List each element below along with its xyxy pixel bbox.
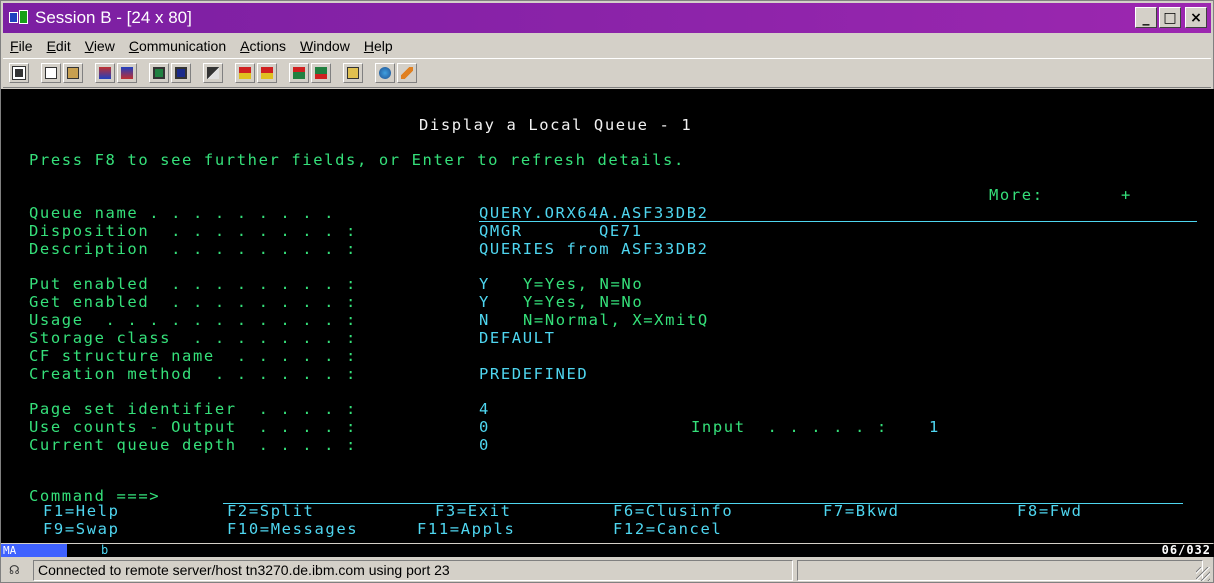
print-screen-icon[interactable] bbox=[9, 63, 29, 83]
cursor-position: 06/032 bbox=[1161, 543, 1211, 557]
session-app-icon[interactable] bbox=[9, 10, 31, 26]
operator-info-area: MA b 06/032 bbox=[1, 544, 1214, 557]
paste-icon[interactable] bbox=[63, 63, 83, 83]
field-label-cf-structure-name: CF structure name . . . . . : bbox=[29, 347, 357, 365]
field-label-page-set-identifier: Page set identifier . . . . : bbox=[29, 400, 357, 418]
resize-grip[interactable] bbox=[1196, 567, 1210, 581]
current-queue-depth-value: 0 bbox=[479, 436, 490, 454]
connection-status-icon: ☊ bbox=[9, 562, 20, 577]
page-set-identifier-value: 4 bbox=[479, 400, 490, 418]
get-enabled-value: Y bbox=[479, 293, 490, 311]
receive-file-icon[interactable] bbox=[117, 63, 137, 83]
disposition-qmgr: QE71 bbox=[599, 222, 643, 240]
record-macro-icon[interactable] bbox=[235, 63, 255, 83]
field-label-put-enabled: Put enabled . . . . . . . . : bbox=[29, 275, 357, 293]
clipboard-icon[interactable] bbox=[343, 63, 363, 83]
more-indicator: + bbox=[1121, 186, 1132, 204]
field-label-queue-name: Queue name . . . . . . . . . bbox=[29, 204, 336, 222]
close-button[interactable]: × bbox=[1185, 7, 1207, 28]
fkey-f3[interactable]: F3=Exit bbox=[435, 502, 512, 520]
stop-macro-icon[interactable] bbox=[289, 63, 309, 83]
fkey-f8[interactable]: F8=Fwd bbox=[1017, 502, 1083, 520]
fkey-f10[interactable]: F10=Messages bbox=[227, 520, 358, 538]
field-label-use-counts-output: Use counts - Output . . . . : bbox=[29, 418, 357, 436]
font-icon[interactable] bbox=[171, 63, 191, 83]
field-label-description: Description . . . . . . . . : bbox=[29, 240, 357, 258]
fkey-f2[interactable]: F2=Split bbox=[227, 502, 314, 520]
fkey-f6[interactable]: F6=Clusinfo bbox=[613, 502, 733, 520]
creation-method-value: PREDEFINED bbox=[479, 365, 589, 383]
screen-title: Display a Local Queue - 1 bbox=[419, 116, 693, 134]
put-enabled-hint: Y=Yes, N=No bbox=[523, 275, 644, 293]
fkey-f11[interactable]: F11=Appls bbox=[417, 520, 515, 538]
color-map-icon[interactable] bbox=[203, 63, 223, 83]
more-label: More: bbox=[989, 186, 1044, 204]
menu-bar: File Edit View Communication Actions Win… bbox=[3, 35, 1211, 57]
status-message: Connected to remote server/host tn3270.d… bbox=[33, 560, 793, 581]
menu-file[interactable]: File bbox=[3, 38, 40, 54]
storage-class-value: DEFAULT bbox=[479, 329, 556, 347]
field-label-disposition: Disposition . . . . . . . . : bbox=[29, 222, 357, 240]
field-label-storage-class: Storage class . . . . . . . : bbox=[29, 329, 357, 347]
oia-connection-indicator: MA bbox=[1, 544, 27, 557]
emulator-window: Session B - [24 x 80] _ □ × File Edit Vi… bbox=[0, 0, 1214, 583]
play-macro-icon[interactable] bbox=[257, 63, 277, 83]
field-label-get-enabled: Get enabled . . . . . . . . : bbox=[29, 293, 357, 311]
usage-value: N bbox=[479, 311, 490, 329]
description-value: QUERIES from ASF33DB2 bbox=[479, 240, 709, 258]
field-label-current-queue-depth: Current queue depth . . . . : bbox=[29, 436, 357, 454]
run-macro-icon[interactable] bbox=[311, 63, 331, 83]
screen-instruction: Press F8 to see further fields, or Enter… bbox=[29, 151, 685, 169]
toolbar bbox=[3, 58, 1211, 88]
field-label-input: Input . . . . . : bbox=[691, 418, 888, 436]
use-counts-output-value: 0 bbox=[479, 418, 490, 436]
fkey-f9[interactable]: F9=Swap bbox=[43, 520, 120, 538]
status-bar: ☊ Connected to remote server/host tn3270… bbox=[3, 559, 1211, 582]
display-setup-icon[interactable] bbox=[149, 63, 169, 83]
field-label-usage: Usage . . . . . . . . . . . : bbox=[29, 311, 357, 329]
send-file-icon[interactable] bbox=[95, 63, 115, 83]
menu-help[interactable]: Help bbox=[357, 38, 400, 54]
field-label-creation-method: Creation method . . . . . . : bbox=[29, 365, 357, 383]
menu-edit[interactable]: Edit bbox=[40, 38, 78, 54]
oia-session-id: b bbox=[101, 543, 109, 557]
copy-icon[interactable] bbox=[41, 63, 61, 83]
terminal-screen[interactable]: Display a Local Queue - 1 Press F8 to se… bbox=[1, 89, 1214, 543]
menu-window[interactable]: Window bbox=[293, 38, 357, 54]
window-title: Session B - [24 x 80] bbox=[35, 8, 192, 27]
help-globe-icon[interactable] bbox=[375, 63, 395, 83]
menu-communication[interactable]: Communication bbox=[122, 38, 233, 54]
disposition-value: QMGR bbox=[479, 222, 523, 240]
menu-view[interactable]: View bbox=[78, 38, 122, 54]
menu-actions[interactable]: Actions bbox=[233, 38, 293, 54]
maximize-button[interactable]: □ bbox=[1159, 7, 1181, 28]
usage-hint: N=Normal, X=XmitQ bbox=[523, 311, 709, 329]
edit-icon[interactable] bbox=[397, 63, 417, 83]
minimize-button[interactable]: _ bbox=[1135, 7, 1157, 28]
fkey-f7[interactable]: F7=Bkwd bbox=[823, 502, 900, 520]
put-enabled-value: Y bbox=[479, 275, 490, 293]
status-panel-secondary bbox=[797, 560, 1203, 581]
use-counts-input-value: 1 bbox=[929, 418, 940, 436]
oia-status-block bbox=[27, 544, 67, 557]
title-bar[interactable]: Session B - [24 x 80] _ □ × bbox=[3, 3, 1211, 33]
fkey-f12[interactable]: F12=Cancel bbox=[613, 520, 722, 538]
fkey-f1[interactable]: F1=Help bbox=[43, 502, 120, 520]
get-enabled-hint: Y=Yes, N=No bbox=[523, 293, 644, 311]
queue-name-input[interactable]: QUERY.ORX64A.ASF33DB2 bbox=[479, 204, 709, 222]
